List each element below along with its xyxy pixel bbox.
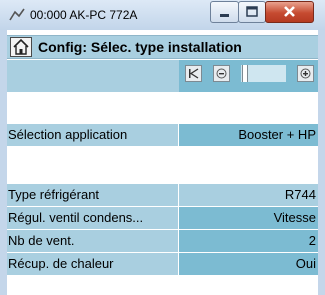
setting-label: Régul. ventil condens... <box>7 207 178 229</box>
page-slider-thumb[interactable] <box>242 65 248 82</box>
setting-label: Nb de vent. <box>7 230 178 252</box>
setting-label: Type réfrigérant <box>7 184 178 206</box>
setting-value[interactable]: 2 <box>179 230 318 252</box>
close-button[interactable] <box>265 1 314 23</box>
maximize-button[interactable] <box>238 1 266 23</box>
home-icon <box>11 38 31 60</box>
screen-header: Config: Sélec. type installation <box>7 35 318 59</box>
setting-label: Récup. de chaleur <box>7 253 178 275</box>
title-bar[interactable]: 00:000 AK-PC 772A <box>0 0 325 30</box>
setting-value[interactable]: Oui <box>179 253 318 275</box>
setting-value[interactable]: Booster + HP <box>179 124 318 146</box>
setting-row-refrigerant[interactable]: Type réfrigérant R744 <box>7 184 318 206</box>
client-area: Config: Sélec. type installation Sélecti… <box>7 30 318 295</box>
setting-row-fan-control[interactable]: Régul. ventil condens... Vitesse <box>7 207 318 229</box>
signal-icon <box>9 8 25 22</box>
setting-value[interactable]: Vitesse <box>179 207 318 229</box>
setting-row-heat-recovery[interactable]: Récup. de chaleur Oui <box>7 253 318 275</box>
setting-row-application[interactable]: Sélection application Booster + HP <box>7 124 318 146</box>
next-page-button[interactable] <box>297 65 314 82</box>
window-title: 00:000 AK-PC 772A <box>30 8 138 22</box>
first-page-button[interactable] <box>185 65 202 82</box>
page-title: Config: Sélec. type installation <box>38 39 242 55</box>
setting-row-fan-count[interactable]: Nb de vent. 2 <box>7 230 318 252</box>
app-window: 00:000 AK-PC 772A Config: Sélec. type in… <box>0 0 325 295</box>
minimize-button[interactable] <box>210 1 239 23</box>
setting-label: Sélection application <box>7 124 178 146</box>
prev-page-button[interactable] <box>213 65 230 82</box>
home-button[interactable] <box>10 37 32 57</box>
setting-value[interactable]: R744 <box>179 184 318 206</box>
